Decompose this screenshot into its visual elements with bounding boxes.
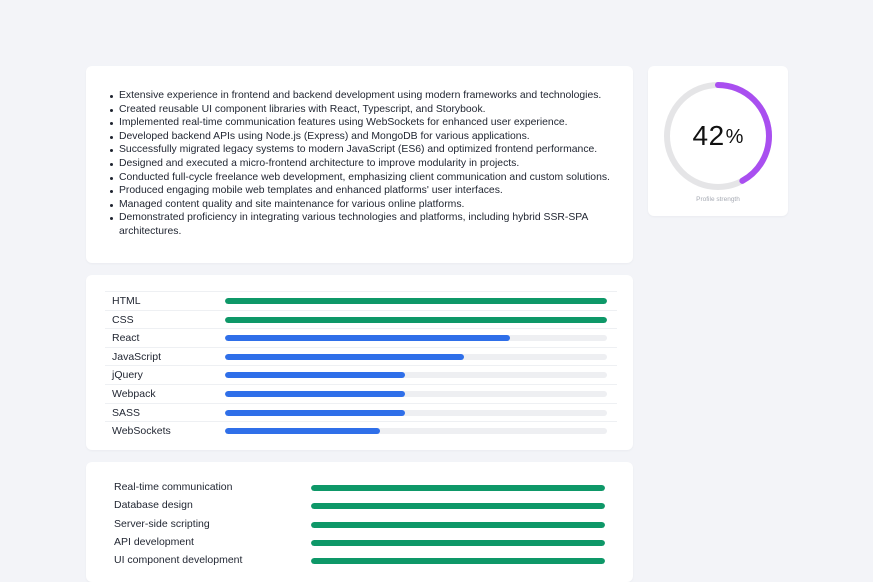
skill-name: jQuery bbox=[112, 369, 143, 382]
profile-strength-unit: % bbox=[725, 125, 744, 148]
bullet-dot-icon bbox=[110, 176, 113, 180]
skill-level-track bbox=[225, 372, 607, 379]
bullet-dot-icon bbox=[110, 217, 113, 221]
bullet-dot-icon bbox=[110, 203, 113, 207]
skill-level-bar bbox=[225, 428, 380, 435]
skill-level-bar bbox=[225, 316, 607, 323]
skill-level-track bbox=[225, 428, 607, 435]
experience-bullet-text: Demonstrated proficiency in integrating … bbox=[119, 212, 588, 237]
expertise-level-bar bbox=[311, 503, 605, 510]
skill-level-track bbox=[225, 353, 607, 360]
expertise-name: Server-side scripting bbox=[114, 517, 210, 530]
profile-strength-ring: 42% bbox=[662, 80, 774, 192]
expertise-level-bar bbox=[311, 521, 605, 528]
bullet-dot-icon bbox=[110, 95, 113, 98]
expertise-areas-card: Real-time communication Database design Se… bbox=[86, 462, 633, 582]
experience-bullet-text: Conducted full-cycle freelance web devel… bbox=[119, 171, 610, 183]
expertise-level-track bbox=[311, 539, 605, 546]
bullet-dot-icon bbox=[110, 162, 113, 166]
experience-bullet-text: Successfully migrated legacy systems to … bbox=[119, 144, 598, 156]
skill-name: WebSockets bbox=[112, 425, 171, 438]
skill-row: HTML bbox=[105, 291, 617, 311]
skill-name: CSS bbox=[112, 313, 134, 326]
skill-row: React bbox=[105, 328, 617, 348]
expertise-row: UI component development bbox=[114, 553, 614, 571]
experience-bullet: Developed backend APIs using Node.js (Ex… bbox=[110, 130, 619, 144]
skill-level-bar bbox=[225, 335, 510, 342]
bullet-dot-icon bbox=[110, 190, 113, 194]
skill-level-bar bbox=[225, 353, 464, 360]
expertise-name: Database design bbox=[114, 499, 193, 512]
experience-bullet: Created reusable UI component libraries … bbox=[110, 103, 619, 117]
experience-bullet-text: Implemented real-time communication feat… bbox=[119, 117, 568, 129]
experience-bullet-text: Extensive experience in frontend and bac… bbox=[119, 90, 602, 101]
expertise-row: Database design bbox=[114, 498, 614, 516]
experience-bullet: Successfully migrated legacy systems to … bbox=[110, 143, 619, 157]
experience-summary-card: Extensive experience in frontend and bac… bbox=[86, 66, 633, 263]
bullet-dot-icon bbox=[110, 122, 113, 126]
expertise-level-bar bbox=[311, 539, 605, 546]
skill-name: SASS bbox=[112, 406, 141, 419]
experience-bullet-text: Created reusable UI component libraries … bbox=[119, 103, 486, 115]
expertise-level-track bbox=[311, 503, 605, 510]
expertise-name: UI component development bbox=[114, 554, 243, 567]
profile-strength-label: Profile strength bbox=[696, 196, 740, 203]
expertise-level-track bbox=[311, 521, 605, 528]
experience-bullet-list: Extensive experience in frontend and bac… bbox=[86, 66, 633, 239]
experience-bullet: Designed and executed a micro-frontend a… bbox=[110, 157, 619, 171]
skill-row: SASS bbox=[105, 402, 617, 423]
experience-bullet: Demonstrated proficiency in integrating … bbox=[110, 211, 619, 238]
experience-bullet-text: Designed and executed a micro-frontend a… bbox=[119, 157, 520, 169]
bullet-dot-icon bbox=[110, 149, 113, 153]
expertise-row: Server-side scripting bbox=[114, 517, 614, 535]
skill-name: JavaScript bbox=[112, 350, 162, 363]
skill-row: JavaScript bbox=[105, 346, 617, 367]
expertise-name: API development bbox=[114, 535, 194, 548]
skills-card: HTML CSS React JavaScript jQuery Webpack SASS W… bbox=[86, 275, 633, 450]
skill-level-track bbox=[225, 298, 607, 304]
profile-strength-value: 42% bbox=[662, 80, 774, 192]
skill-row: WebSockets bbox=[105, 421, 617, 441]
skill-level-bar bbox=[225, 409, 405, 416]
experience-bullet: Produced engaging mobile web templates a… bbox=[110, 184, 619, 198]
skill-name: React bbox=[112, 332, 140, 345]
expertise-name: Real-time communication bbox=[114, 481, 233, 493]
bullet-dot-icon bbox=[110, 108, 113, 112]
experience-bullet: Implemented real-time communication feat… bbox=[110, 116, 619, 130]
expertise-level-bar bbox=[311, 558, 605, 565]
experience-bullet: Extensive experience in frontend and bac… bbox=[110, 89, 619, 103]
skill-row: Webpack bbox=[105, 384, 617, 404]
experience-bullet: Conducted full-cycle freelance web devel… bbox=[110, 171, 619, 185]
skill-name: Webpack bbox=[112, 388, 156, 400]
skill-row: jQuery bbox=[105, 365, 617, 385]
skill-level-track bbox=[225, 335, 607, 342]
profile-strength-number: 42 bbox=[692, 120, 725, 151]
experience-bullet-text: Produced engaging mobile web templates a… bbox=[119, 185, 503, 197]
expertise-row: API development bbox=[114, 535, 614, 553]
skill-level-bar bbox=[225, 391, 405, 397]
skill-level-bar bbox=[225, 372, 405, 379]
skill-level-bar bbox=[225, 298, 607, 304]
skill-row: CSS bbox=[105, 309, 617, 330]
skill-level-track bbox=[225, 409, 607, 416]
experience-bullet-text: Managed content quality and site mainten… bbox=[119, 198, 465, 210]
expertise-level-bar bbox=[311, 485, 605, 491]
experience-bullet: Managed content quality and site mainten… bbox=[110, 198, 619, 212]
skill-level-track bbox=[225, 316, 607, 323]
skill-name: HTML bbox=[112, 295, 141, 307]
expertise-row: Real-time communication bbox=[114, 480, 614, 498]
skill-level-track bbox=[225, 391, 607, 397]
experience-bullet-text: Developed backend APIs using Node.js (Ex… bbox=[119, 130, 530, 142]
expertise-level-track bbox=[311, 558, 605, 565]
expertise-level-track bbox=[311, 485, 605, 491]
bullet-dot-icon bbox=[110, 135, 113, 139]
profile-strength-card: 42% Profile strength bbox=[648, 66, 788, 216]
